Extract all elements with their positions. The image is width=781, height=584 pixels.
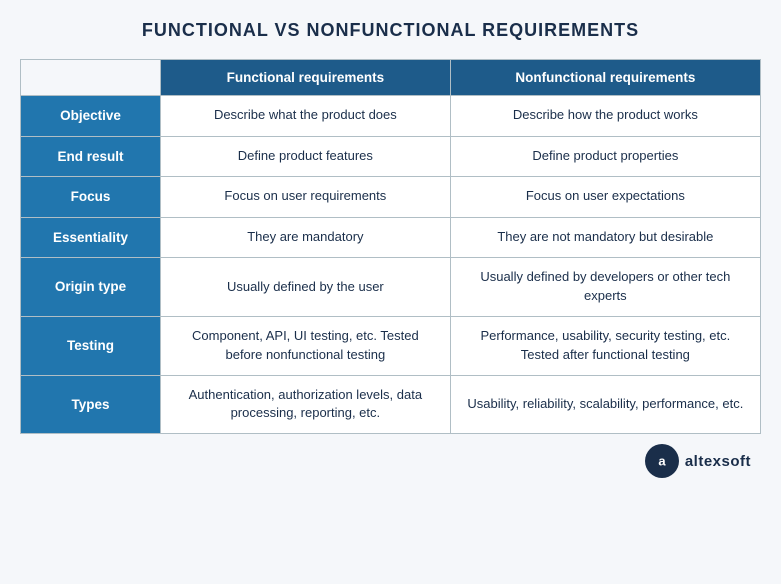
page-title: FUNCTIONAL vs NONFUNCTIONAL REQUIREMENTS [142,20,639,41]
row-col2: Usually defined by developers or other t… [450,258,760,317]
table-row: Origin typeUsually defined by the userUs… [21,258,761,317]
svg-text:a: a [658,454,666,469]
row-col2: Focus on user expectations [450,177,760,218]
row-col1: Usually defined by the user [161,258,451,317]
table-row: EssentialityThey are mandatoryThey are n… [21,217,761,258]
table-row: ObjectiveDescribe what the product doesD… [21,96,761,137]
row-col1: They are mandatory [161,217,451,258]
row-col2: Performance, usability, security testing… [450,316,760,375]
row-col1: Authentication, authorization levels, da… [161,375,451,434]
row-col1: Describe what the product does [161,96,451,137]
brand-logo: a altexsoft [645,444,751,478]
row-label: Testing [21,316,161,375]
row-label: Focus [21,177,161,218]
row-label: End result [21,136,161,177]
row-col2: Define product properties [450,136,760,177]
row-col2: Usability, reliability, scalability, per… [450,375,760,434]
empty-header [21,60,161,96]
comparison-table: Functional requirements Nonfunctional re… [20,59,761,434]
table-row: FocusFocus on user requirementsFocus on … [21,177,761,218]
table-row: TypesAuthentication, authorization level… [21,375,761,434]
col2-header: Nonfunctional requirements [450,60,760,96]
row-label: Origin type [21,258,161,317]
row-col2: They are not mandatory but desirable [450,217,760,258]
row-label: Types [21,375,161,434]
col1-header: Functional requirements [161,60,451,96]
footer-area: a altexsoft [20,444,761,478]
brand-name: altexsoft [685,453,751,470]
row-col1: Component, API, UI testing, etc. Tested … [161,316,451,375]
table-row: TestingComponent, API, UI testing, etc. … [21,316,761,375]
row-col1: Define product features [161,136,451,177]
row-label: Essentiality [21,217,161,258]
brand-icon: a [645,444,679,478]
row-label: Objective [21,96,161,137]
row-col2: Describe how the product works [450,96,760,137]
row-col1: Focus on user requirements [161,177,451,218]
table-row: End resultDefine product featuresDefine … [21,136,761,177]
